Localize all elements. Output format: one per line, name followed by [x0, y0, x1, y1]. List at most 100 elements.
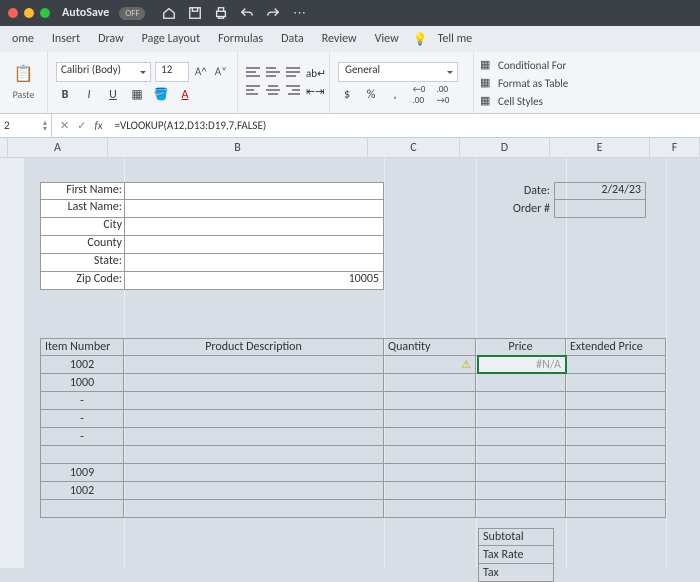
maximize-window-icon[interactable]: [40, 8, 50, 18]
tab-draw[interactable]: Draw: [90, 28, 132, 50]
underline-button[interactable]: U: [104, 86, 122, 104]
close-window-icon[interactable]: [8, 8, 18, 18]
print-icon[interactable]: [213, 5, 229, 21]
autosave-label: AutoSave: [62, 6, 109, 20]
tab-data[interactable]: Data: [273, 28, 312, 50]
shrink-font-icon[interactable]: A˅: [213, 65, 229, 78]
table-row[interactable]: 1002: [40, 482, 124, 500]
font-name-select[interactable]: Calibri (Body): [56, 62, 151, 82]
order-meta-form: Date:2/24/23 Order #: [494, 182, 646, 218]
name-box[interactable]: 2▴▾: [0, 114, 52, 137]
number-format-select[interactable]: General: [338, 62, 458, 82]
cell-styles-label[interactable]: Cell Styles: [498, 95, 543, 108]
column-headers: A B C D E F: [8, 138, 700, 158]
city-cell[interactable]: [124, 218, 384, 236]
border-button[interactable]: ▦: [128, 86, 146, 104]
customer-form: First Name: Last Name: City County State…: [40, 182, 384, 290]
save-icon[interactable]: [187, 5, 203, 21]
grow-font-icon[interactable]: A^: [193, 65, 209, 78]
more-icon[interactable]: ⋯: [291, 5, 307, 21]
th-product-desc: Product Description: [124, 338, 384, 356]
ribbon: 📋 Paste Calibri (Body) 12 A^ A˅ B I U ▦ …: [0, 52, 700, 114]
currency-button[interactable]: $: [338, 86, 356, 104]
city-label: City: [40, 218, 124, 236]
format-table-icon[interactable]: ▦: [480, 76, 494, 90]
table-row[interactable]: 1000: [40, 374, 124, 392]
undo-icon[interactable]: [239, 5, 255, 21]
taxrate-label: Tax Rate: [478, 546, 554, 564]
tab-insert[interactable]: Insert: [44, 28, 88, 50]
col-header-b[interactable]: B: [108, 138, 368, 158]
align-right-icon[interactable]: [286, 85, 300, 99]
col-header-e[interactable]: E: [550, 138, 650, 158]
conditional-format-label[interactable]: Conditional For: [498, 59, 566, 72]
font-color-button[interactable]: A: [176, 86, 194, 104]
col-header-f[interactable]: F: [650, 138, 700, 158]
bold-button[interactable]: B: [56, 86, 74, 104]
fill-color-button[interactable]: 🪣: [152, 86, 170, 104]
align-middle-icon[interactable]: [266, 67, 280, 81]
county-cell[interactable]: [124, 236, 384, 254]
select-all-corner[interactable]: [0, 138, 8, 158]
table-row[interactable]: [40, 446, 124, 464]
autosave-toggle[interactable]: OFF: [119, 7, 145, 20]
tell-me[interactable]: Tell me: [430, 28, 481, 50]
cell-styles-icon[interactable]: ▦: [480, 94, 494, 108]
last-name-cell[interactable]: [124, 200, 384, 218]
first-name-cell[interactable]: [124, 182, 384, 200]
th-ext-price: Extended Price: [566, 338, 666, 356]
items-table: Item Number Product Description Quantity…: [40, 338, 666, 518]
th-quantity: Quantity: [384, 338, 476, 356]
fx-icon[interactable]: fx: [94, 119, 102, 132]
percent-button[interactable]: %: [362, 86, 380, 104]
home-icon[interactable]: [161, 5, 177, 21]
comma-button[interactable]: ,: [386, 86, 404, 104]
tab-page-layout[interactable]: Page Layout: [134, 28, 208, 50]
zip-cell[interactable]: 10005: [124, 272, 384, 290]
align-top-icon[interactable]: [246, 67, 260, 81]
active-cell: [477, 355, 567, 374]
formula-input[interactable]: =VLOOKUP(A12,D13:D19,7,FALSE): [111, 119, 267, 132]
items-tbody: 1002⚠#N/A 1000 - - - 1009 1002: [40, 356, 666, 518]
dec-decimal-icon[interactable]: .00→0: [434, 86, 452, 104]
minimize-window-icon[interactable]: [24, 8, 34, 18]
align-left-icon[interactable]: [246, 85, 260, 99]
align-bottom-icon[interactable]: [286, 67, 300, 81]
font-size-select[interactable]: 12: [155, 62, 189, 82]
table-row[interactable]: 1009: [40, 464, 124, 482]
accept-formula-icon[interactable]: ✓: [77, 119, 86, 132]
first-name-label: First Name:: [40, 182, 124, 200]
conditional-format-icon[interactable]: ▦: [480, 58, 494, 72]
table-row[interactable]: -: [40, 392, 124, 410]
tab-home[interactable]: ome: [4, 28, 42, 50]
redo-icon[interactable]: [265, 5, 281, 21]
th-price: Price: [476, 338, 566, 356]
tab-review[interactable]: Review: [314, 28, 365, 50]
tab-formulas[interactable]: Formulas: [210, 28, 271, 50]
table-row[interactable]: -: [40, 410, 124, 428]
merge-icon[interactable]: ⇤⇥: [306, 85, 324, 99]
align-center-icon[interactable]: [266, 85, 280, 99]
styles-group: ▦ Conditional For ▦ Format as Table ▦ Cell …: [474, 52, 700, 113]
tab-view[interactable]: View: [367, 28, 407, 50]
col-header-c[interactable]: C: [368, 138, 460, 158]
cancel-formula-icon[interactable]: ✕: [60, 119, 69, 132]
order-num-cell[interactable]: [554, 200, 646, 218]
col-header-a[interactable]: A: [8, 138, 108, 158]
ribbon-tabs: ome Insert Draw Page Layout Formulas Dat…: [0, 26, 700, 52]
table-row[interactable]: 1002: [40, 356, 124, 374]
format-table-label[interactable]: Format as Table: [498, 77, 568, 90]
totals-block: Subtotal Tax Rate Tax: [478, 528, 554, 582]
paste-label[interactable]: Paste: [8, 88, 39, 101]
table-row[interactable]: -: [40, 428, 124, 446]
inc-decimal-icon[interactable]: ←0.00: [410, 86, 428, 104]
state-cell[interactable]: [124, 254, 384, 272]
italic-button[interactable]: I: [80, 86, 98, 104]
col-header-d[interactable]: D: [460, 138, 550, 158]
county-label: County: [40, 236, 124, 254]
number-group: General $ % , ←0.00 .00→0: [330, 52, 474, 113]
window-controls: [8, 8, 50, 18]
clipboard-group: 📋 Paste: [0, 52, 48, 113]
date-cell[interactable]: 2/24/23: [554, 182, 646, 200]
wrap-text-icon[interactable]: ab↵: [306, 67, 326, 81]
